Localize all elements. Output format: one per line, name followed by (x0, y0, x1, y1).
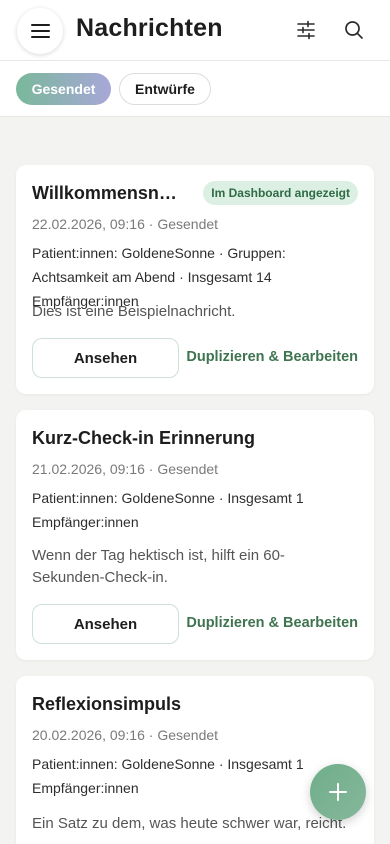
message-meta: 22.02.2026, 09:16 · Gesendet (32, 216, 219, 232)
dashboard-badge: Im Dashboard angezeigt (203, 181, 358, 205)
hamburger-menu-icon (30, 23, 50, 39)
view-button[interactable]: Ansehen (32, 604, 179, 644)
message-preview: Wenn der Tag hektisch ist, hilft ein 60-… (32, 547, 285, 586)
message-recipients: Patient:innen: GoldeneSonne · Insgesamt … (32, 756, 304, 796)
message-meta: 20.02.2026, 09:16 · Gesendet (32, 727, 219, 743)
menu-button[interactable] (17, 8, 63, 54)
message-title: Kurz-Check-in Erinnerung (32, 428, 256, 448)
tab-drafts[interactable]: Entwürfe (119, 73, 211, 105)
message-card: Kurz-Check-in Erinnerung 21.02.2026, 09:… (16, 410, 374, 660)
plus-icon (329, 783, 347, 801)
tab-sent[interactable]: Gesendet (16, 73, 111, 105)
message-title: Willkommensnachricht (32, 183, 182, 203)
new-message-button[interactable] (310, 764, 366, 820)
duplicate-edit-link[interactable]: Duplizieren & Bearbeiten (186, 349, 358, 365)
search-icon[interactable] (343, 19, 365, 41)
sliders-filter-icon[interactable] (295, 19, 317, 41)
message-preview: Dies ist eine Beispielnachricht. (32, 303, 236, 320)
message-card: Willkommensnachricht Im Dashboard angeze… (16, 165, 374, 394)
message-card: Reflexionsimpuls 20.02.2026, 09:16 · Ges… (16, 676, 374, 844)
view-button[interactable]: Ansehen (32, 338, 179, 378)
message-tabs: Gesendet Entwürfe (0, 61, 390, 117)
message-recipients: Patient:innen: GoldeneSonne · Insgesamt … (32, 490, 304, 530)
message-preview: Ein Satz zu dem, was heute schwer war, r… (32, 815, 347, 832)
duplicate-edit-link[interactable]: Duplizieren & Bearbeiten (186, 615, 358, 631)
app-header: Nachrichten (0, 0, 390, 61)
message-meta: 21.02.2026, 09:16 · Gesendet (32, 461, 219, 477)
message-title: Reflexionsimpuls (32, 694, 182, 714)
page-title: Nachrichten (76, 14, 223, 42)
